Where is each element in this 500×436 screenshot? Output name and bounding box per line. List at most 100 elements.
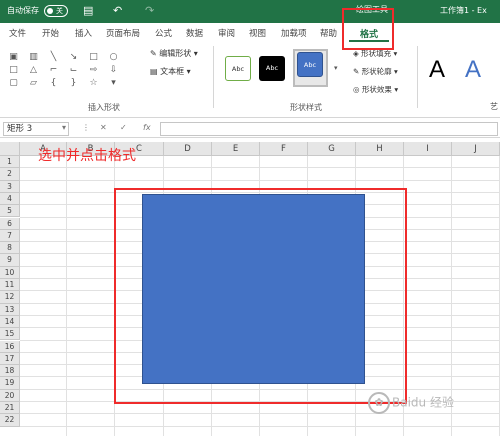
column-header[interactable]: H — [356, 142, 404, 156]
tab-file[interactable]: 文件 — [9, 27, 26, 39]
line-icon[interactable]: ╲ — [48, 52, 59, 63]
row-header[interactable]: 11 — [0, 279, 20, 292]
row-header[interactable]: 4 — [0, 192, 20, 206]
row-header[interactable]: 1 — [0, 156, 20, 169]
shape-outline-label: 形状轮廓 — [361, 67, 392, 76]
styles-more-icon[interactable]: ▾ — [334, 64, 338, 72]
edit-shape-button[interactable]: ✎ 编辑形状 ▾ — [150, 48, 198, 59]
column-header[interactable]: E — [212, 142, 260, 156]
select-all-corner[interactable] — [0, 142, 20, 156]
tab-review[interactable]: 审阅 — [218, 27, 235, 39]
elbow-connector-icon[interactable]: ⌐ — [48, 65, 59, 76]
tab-format[interactable]: 格式 — [349, 23, 389, 42]
tab-addins[interactable]: 加载项 — [281, 27, 307, 39]
row-header[interactable]: 16 — [0, 340, 20, 353]
ribbon-format: ▣ ▥ ╲ ↘ □ ○ □ △ ⌐ ⌙ ⇨ ⇩ ▢ ▱ { } ☆ ▾ ✎ 编辑… — [0, 42, 500, 118]
shapes-gallery: ▣ ▥ ╲ ↘ □ ○ □ △ ⌐ ⌙ ⇨ ⇩ ▢ ▱ { } ☆ ▾ — [8, 52, 136, 89]
formula-input[interactable] — [160, 122, 498, 136]
arrow-line-icon[interactable]: ↘ — [68, 52, 79, 63]
formula-bar: 矩形 3 ▾ ⋮ ✕ ✓ fx — [0, 120, 500, 138]
pen-icon: ✎ — [353, 67, 362, 76]
rectangle-icon[interactable]: □ — [88, 52, 99, 63]
tab-formulas[interactable]: 公式 — [155, 27, 172, 39]
shape-styles-group-label: 形状样式 — [290, 103, 322, 112]
redo-icon[interactable]: ↷ — [145, 4, 154, 17]
row-header[interactable]: 10 — [0, 266, 20, 279]
column-header[interactable]: F — [260, 142, 308, 156]
enter-icon[interactable]: ✓ — [120, 123, 127, 132]
tab-help[interactable]: 帮助 — [320, 27, 337, 39]
row-header[interactable]: 15 — [0, 328, 20, 341]
tab-page-layout[interactable]: 页面布局 — [106, 27, 140, 39]
star-icon[interactable]: ☆ — [88, 78, 99, 89]
textbox-button[interactable]: ▤ 文本框 ▾ — [150, 66, 191, 77]
row-header[interactable]: 3 — [0, 180, 20, 193]
row-header[interactable]: 21 — [0, 402, 20, 415]
row-header[interactable]: 13 — [0, 303, 20, 316]
tab-insert[interactable]: 插入 — [75, 27, 92, 39]
watermark-text: Baidu 经验 — [392, 395, 454, 410]
style-sample-dark[interactable]: Abc — [259, 56, 285, 81]
undo-icon[interactable]: ↶ — [113, 4, 122, 17]
right-arrow-icon[interactable]: ⇨ — [88, 65, 99, 76]
shape-outline-button[interactable]: ✎ 形状轮廓 ▾ — [353, 66, 398, 77]
row-header[interactable]: 17 — [0, 352, 20, 366]
insert-shapes-group-label: 插入形状 — [88, 103, 120, 112]
down-arrow-icon[interactable]: ⇩ — [108, 65, 119, 76]
curve-connector-icon[interactable]: ⌙ — [68, 65, 79, 76]
gallery-more-icon[interactable]: ▾ — [108, 78, 119, 89]
cancel-icon[interactable]: ✕ — [100, 123, 107, 132]
column-header[interactable]: G — [308, 142, 356, 156]
row-header[interactable]: 8 — [0, 242, 20, 255]
fx-icon[interactable]: fx — [143, 123, 151, 132]
column-header[interactable]: J — [452, 142, 500, 156]
row-header[interactable]: 5 — [0, 205, 20, 218]
gridline-horizontal — [20, 167, 500, 169]
namebox-dropdown-icon[interactable]: ▾ — [62, 123, 66, 132]
workbook-title: 工作簿1 - Ex — [440, 6, 487, 15]
column-header[interactable]: I — [404, 142, 452, 156]
rounded-rect-icon[interactable]: ▢ — [8, 78, 19, 89]
row-header[interactable]: 14 — [0, 315, 20, 329]
textbox-label: 文本框 — [160, 67, 185, 76]
wordart-blue[interactable]: A — [465, 56, 481, 84]
save-icon[interactable]: ▤ — [83, 4, 93, 17]
group-divider — [213, 46, 214, 108]
brace-icon[interactable]: { — [48, 78, 59, 89]
row-header[interactable]: 12 — [0, 291, 20, 304]
vertical-textbox-icon[interactable]: ▥ — [28, 52, 39, 63]
style-sample-outline[interactable]: Abc — [225, 56, 251, 81]
row-header[interactable]: 9 — [0, 254, 20, 267]
name-box[interactable]: 矩形 3 — [3, 122, 69, 136]
gridline-horizontal — [20, 179, 500, 181]
autosave-toggle[interactable]: 关 — [44, 5, 68, 17]
textbox-shape-icon[interactable]: ▣ — [8, 52, 19, 63]
triangle-icon[interactable]: △ — [28, 65, 39, 76]
edit-shape-icon: ✎ — [150, 49, 160, 58]
tab-home[interactable]: 开始 — [42, 27, 59, 39]
column-header[interactable]: D — [164, 142, 212, 156]
oval-icon[interactable]: ○ — [108, 52, 119, 63]
paint-bucket-icon: ◈ — [353, 49, 362, 58]
group-divider — [417, 46, 418, 108]
textbox-icon: ▤ — [150, 67, 161, 76]
row-header[interactable]: 6 — [0, 217, 20, 230]
row-header[interactable]: 18 — [0, 365, 20, 378]
tab-view[interactable]: 视图 — [249, 27, 266, 39]
wordart-black[interactable]: A — [429, 56, 445, 84]
row-header[interactable]: 19 — [0, 377, 20, 390]
more-dots-icon: ⋮ — [82, 123, 90, 132]
row-header[interactable]: 22 — [0, 414, 20, 427]
watermark: ✿ Baidu 经验 — [368, 392, 454, 414]
row-header[interactable]: 2 — [0, 168, 20, 181]
style-sample-blue[interactable]: Abc — [297, 52, 323, 77]
tab-data[interactable]: 数据 — [186, 27, 203, 39]
brace-icon[interactable]: } — [68, 78, 79, 89]
rectangle-icon[interactable]: □ — [8, 65, 19, 76]
shape-effects-button[interactable]: ◎ 形状效果 ▾ — [353, 84, 398, 95]
shape-fill-button[interactable]: ◈ 形状填充 ▾ — [353, 48, 397, 59]
selected-rectangle-shape[interactable] — [142, 194, 365, 384]
row-header[interactable]: 20 — [0, 389, 20, 402]
parallelogram-icon[interactable]: ▱ — [28, 78, 39, 89]
row-header[interactable]: 7 — [0, 229, 20, 243]
